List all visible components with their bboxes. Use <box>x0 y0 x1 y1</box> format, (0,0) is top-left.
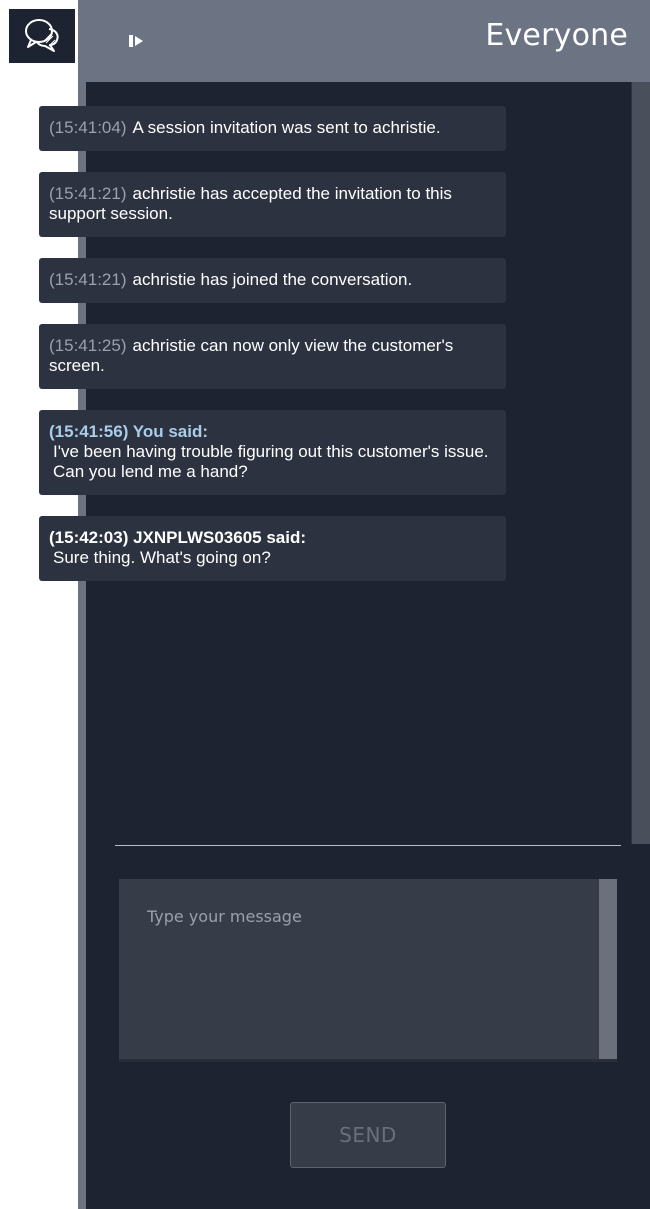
message-item: (15:42:03) JXNPLWS03605 said: Sure thing.… <box>39 516 506 581</box>
chat-toggle-button[interactable] <box>9 9 75 63</box>
message-input-scrollbar[interactable] <box>599 879 617 1059</box>
message-timestamp: (15:41:21) <box>49 270 127 289</box>
message-item: (15:41:25) achristie can now only view th… <box>39 324 506 389</box>
message-timestamp: (15:41:04) <box>49 118 127 137</box>
chat-app: Everyone (15:41:04) A session invitation … <box>0 0 650 1209</box>
message-input-bottom <box>119 1059 617 1062</box>
exit-button[interactable] <box>122 26 150 56</box>
chat-header: Everyone <box>78 0 650 82</box>
message-list: (15:41:04) A session invitation was sent … <box>39 106 506 602</box>
message-text: I've been having trouble figuring out th… <box>53 442 489 481</box>
chat-title: Everyone <box>485 18 628 53</box>
message-text: achristie has joined the conversation. <box>132 270 413 289</box>
message-sender: (15:41:56) You said: <box>49 422 209 441</box>
send-button[interactable]: SEND <box>290 1102 446 1168</box>
chat-bubbles-icon <box>25 19 59 52</box>
message-input[interactable] <box>119 879 599 1059</box>
message-item: (15:41:56) You said: I've been having tro… <box>39 410 506 495</box>
message-text: A session invitation was sent to achrist… <box>132 118 441 137</box>
exit-session-icon <box>129 35 143 47</box>
message-timestamp: (15:41:25) <box>49 336 127 355</box>
message-item: (15:41:21) achristie has joined the conve… <box>39 258 506 303</box>
message-timestamp: (15:41:21) <box>49 184 127 203</box>
message-item: (15:41:04) A session invitation was sent … <box>39 106 506 151</box>
message-sender: (15:42:03) JXNPLWS03605 said: <box>49 528 307 547</box>
message-scrollbar-thumb[interactable] <box>632 82 650 844</box>
message-item: (15:41:21) achristie has accepted the inv… <box>39 172 506 237</box>
message-text: Sure thing. What's going on? <box>53 548 271 567</box>
composer-divider <box>115 845 621 846</box>
